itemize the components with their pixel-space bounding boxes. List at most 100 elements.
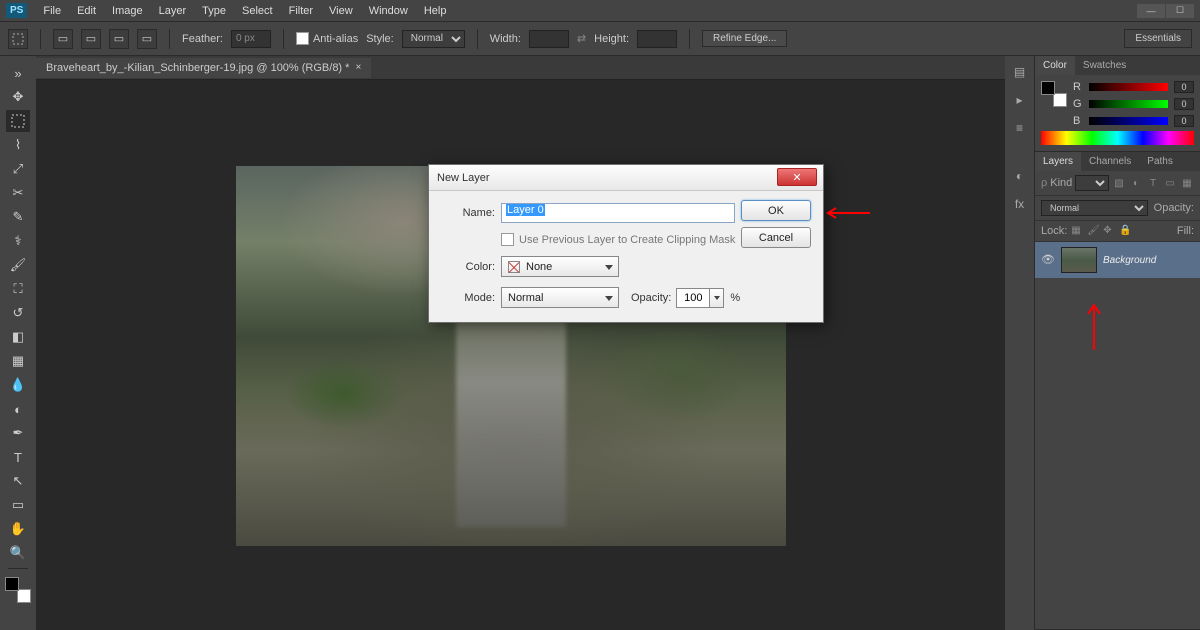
wand-tool-icon[interactable]: ⤢ — [6, 158, 30, 180]
history-panel-icon[interactable]: ▤ — [1010, 62, 1030, 82]
filter-adjust-icon[interactable]: ◐ — [1129, 176, 1143, 190]
b-slider[interactable] — [1089, 117, 1168, 125]
crop-tool-icon[interactable]: ✂ — [6, 182, 30, 204]
dialog-close-button[interactable]: ✕ — [777, 168, 817, 186]
dialog-titlebar[interactable]: New Layer ✕ — [429, 165, 823, 191]
menu-file[interactable]: File — [35, 1, 69, 21]
menu-view[interactable]: View — [321, 1, 361, 21]
r-slider[interactable] — [1089, 83, 1168, 91]
history-brush-icon[interactable]: ↺ — [6, 302, 30, 324]
color-label: Color: — [441, 261, 495, 273]
lasso-tool-icon[interactable]: ⌇ — [6, 134, 30, 156]
path-tool-icon[interactable]: ↖ — [6, 470, 30, 492]
tools-panel: » ✥ ⌇ ⤢ ✂ ✎ ⚕ 🖌 ⛶ ↺ ◧ ▦ 💧 ◐ ✒ T ↖ ▭ ✋ 🔍 — [0, 56, 36, 630]
mode-select[interactable]: Normal — [501, 287, 619, 308]
marquee-add-icon[interactable]: ▭ — [81, 29, 101, 49]
close-tab-icon[interactable]: × — [355, 62, 361, 73]
zoom-tool-icon[interactable]: 🔍 — [6, 542, 30, 564]
filter-pixel-icon[interactable]: ▧ — [1112, 176, 1126, 190]
blend-mode-select[interactable]: Normal — [1041, 200, 1148, 216]
lock-all-icon[interactable]: 🔒 — [1119, 225, 1131, 237]
marquee-intersect-icon[interactable]: ▭ — [137, 29, 157, 49]
marquee-new-icon[interactable]: ▭ — [53, 29, 73, 49]
g-label: G — [1073, 98, 1083, 110]
menu-layer[interactable]: Layer — [151, 1, 195, 21]
kind-select[interactable] — [1075, 175, 1109, 191]
menu-window[interactable]: Window — [361, 1, 416, 21]
heal-tool-icon[interactable]: ⚕ — [6, 230, 30, 252]
shape-tool-icon[interactable]: ▭ — [6, 494, 30, 516]
menu-filter[interactable]: Filter — [281, 1, 321, 21]
filter-shape-icon[interactable]: ▭ — [1163, 176, 1177, 190]
layer-thumbnail[interactable] — [1061, 247, 1097, 273]
menu-help[interactable]: Help — [416, 1, 455, 21]
name-label: Name: — [441, 207, 495, 219]
workspace-essentials[interactable]: Essentials — [1124, 29, 1192, 48]
minimize-button[interactable]: — — [1137, 4, 1165, 18]
menu-edit[interactable]: Edit — [69, 1, 104, 21]
tab-swatches[interactable]: Swatches — [1075, 56, 1134, 75]
properties-panel-icon[interactable]: ≡ — [1010, 118, 1030, 138]
feather-input[interactable] — [231, 30, 271, 48]
height-label: Height: — [594, 33, 629, 45]
move-tool-icon[interactable]: ✥ — [6, 86, 30, 108]
opacity-label: Opacity: — [1154, 202, 1194, 214]
filter-type-icon[interactable]: T — [1146, 176, 1160, 190]
menu-image[interactable]: Image — [104, 1, 151, 21]
lock-pos-icon[interactable]: ✥ — [1103, 225, 1115, 237]
layer-background[interactable]: 👁 Background — [1035, 242, 1200, 278]
dialog-title: New Layer — [437, 172, 490, 184]
opacity-input[interactable] — [676, 288, 710, 308]
name-input[interactable]: Layer 0 — [501, 203, 735, 223]
g-slider[interactable] — [1089, 100, 1168, 108]
eyedropper-tool-icon[interactable]: ✎ — [6, 206, 30, 228]
menu-type[interactable]: Type — [194, 1, 234, 21]
visibility-icon[interactable]: 👁 — [1041, 253, 1055, 267]
tab-arrows-icon[interactable]: » — [6, 62, 30, 84]
swap-icon[interactable]: ⇄ — [577, 32, 586, 45]
r-value[interactable]: 0 — [1174, 81, 1194, 93]
tool-preset-icon[interactable] — [8, 29, 28, 49]
color-select[interactable]: None — [501, 256, 619, 277]
pen-tool-icon[interactable]: ✒ — [6, 422, 30, 444]
g-value[interactable]: 0 — [1174, 98, 1194, 110]
spectrum-strip[interactable] — [1041, 131, 1194, 145]
tab-color[interactable]: Color — [1035, 56, 1075, 75]
lock-pixel-icon[interactable]: 🖌 — [1087, 225, 1099, 237]
brush-tool-icon[interactable]: 🖌 — [6, 254, 30, 276]
style-select[interactable]: Normal — [402, 30, 465, 48]
actions-panel-icon[interactable]: ▸ — [1010, 90, 1030, 110]
document-tab[interactable]: Braveheart_by_-Kilian_Schinberger-19.jpg… — [36, 58, 371, 78]
type-tool-icon[interactable]: T — [6, 446, 30, 468]
layer-name-label: Background — [1103, 255, 1156, 266]
cancel-button[interactable]: Cancel — [741, 227, 811, 248]
ok-button[interactable]: OK — [741, 200, 811, 221]
stamp-tool-icon[interactable]: ⛶ — [6, 278, 30, 300]
eraser-tool-icon[interactable]: ◧ — [6, 326, 30, 348]
refine-edge-button[interactable]: Refine Edge... — [702, 30, 787, 47]
maximize-button[interactable]: ☐ — [1166, 4, 1194, 18]
b-value[interactable]: 0 — [1174, 115, 1194, 127]
styles-panel-icon[interactable]: fx — [1010, 194, 1030, 214]
collapsed-panel-strip: ▤ ▸ ≡ ◐ fx — [1005, 56, 1035, 630]
dodge-tool-icon[interactable]: ◐ — [6, 398, 30, 420]
marquee-sub-icon[interactable]: ▭ — [109, 29, 129, 49]
percent-label: % — [730, 292, 740, 304]
hand-tool-icon[interactable]: ✋ — [6, 518, 30, 540]
tab-layers[interactable]: Layers — [1035, 152, 1081, 171]
menu-select[interactable]: Select — [234, 1, 281, 21]
filter-smart-icon[interactable]: ▦ — [1180, 176, 1194, 190]
lock-trans-icon[interactable]: ▦ — [1071, 225, 1083, 237]
marquee-tool-icon[interactable] — [6, 110, 30, 132]
color-swatches[interactable] — [5, 577, 31, 603]
antialias-checkbox[interactable] — [296, 32, 309, 45]
color-panel-swatch[interactable] — [1041, 81, 1067, 107]
width-input — [529, 30, 569, 48]
options-bar: ▭ ▭ ▭ ▭ Feather: Anti-alias Style: Norma… — [0, 22, 1200, 56]
opacity-flyout-icon[interactable] — [710, 288, 724, 308]
gradient-tool-icon[interactable]: ▦ — [6, 350, 30, 372]
blur-tool-icon[interactable]: 💧 — [6, 374, 30, 396]
brushes-panel-icon[interactable]: ◐ — [1010, 166, 1030, 186]
tab-paths[interactable]: Paths — [1139, 152, 1181, 171]
tab-channels[interactable]: Channels — [1081, 152, 1139, 171]
